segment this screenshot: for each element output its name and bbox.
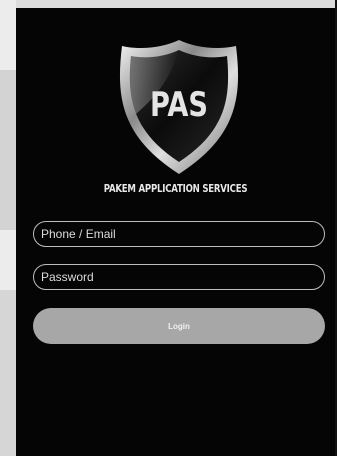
brand-name: PAKEM APPLICATION SERVICES xyxy=(103,182,248,195)
logo-text: PAS xyxy=(150,85,208,125)
backdrop-panel xyxy=(0,230,16,290)
login-button[interactable]: Login xyxy=(33,308,325,344)
login-screen: PAS PAKEM APPLICATION SERVICES Login xyxy=(16,8,335,456)
phone-email-input[interactable] xyxy=(33,221,325,247)
backdrop-left xyxy=(0,0,16,456)
shield-logo-icon: PAS xyxy=(119,40,239,174)
backdrop-panel xyxy=(0,290,16,456)
backdrop-panel xyxy=(0,70,16,230)
password-input[interactable] xyxy=(33,264,325,290)
backdrop-panel xyxy=(0,0,16,70)
